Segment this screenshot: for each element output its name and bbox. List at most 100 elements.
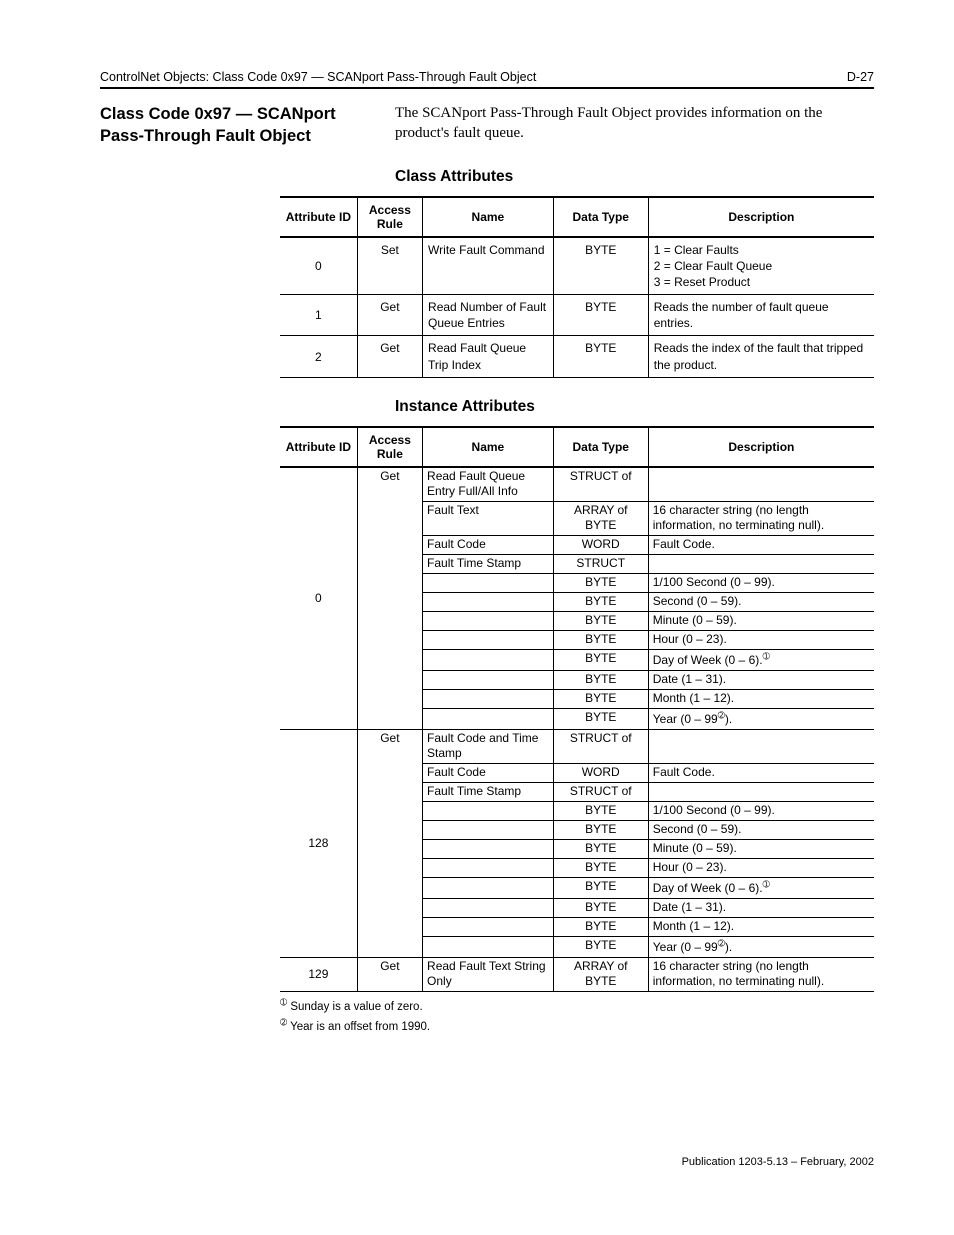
footnote-2: ➁ Year is an offset from 1990. [280,1016,874,1036]
cell-description [648,554,874,573]
cell-description: 1/100 Second (0 – 99). [648,573,874,592]
cell-name: Fault Code [423,535,554,554]
section-heading: Class Code 0x97 — SCANport Pass-Through … [100,103,355,148]
col-name: Name [423,427,554,467]
cell-data-type: BYTE [553,858,648,877]
cell-name: Fault Time Stamp [423,554,554,573]
cell-name: Fault Text [423,501,554,535]
cell-data-type: BYTE [553,898,648,917]
table-row: 129GetRead Fault Text String OnlyARRAY o… [280,957,874,991]
col-access-rule: Access Rule [357,427,422,467]
cell-description: 1/100 Second (0 – 99). [648,801,874,820]
footnotes: ➀ Sunday is a value of zero. ➁ Year is a… [280,996,874,1036]
col-name: Name [423,197,554,237]
col-description: Description [648,197,874,237]
cell-data-type: BYTE [553,820,648,839]
cell-data-type: STRUCT [553,554,648,573]
cell-description: Minute (0 – 59). [648,839,874,858]
cell-name: Write Fault Command [423,237,554,295]
cell-data-type: WORD [553,535,648,554]
cell-data-type: BYTE [553,649,648,670]
header-left: ControlNet Objects: Class Code 0x97 — SC… [100,70,536,84]
cell-description: Second (0 – 59). [648,820,874,839]
cell-description: Date (1 – 31). [648,670,874,689]
cell-description [648,729,874,763]
cell-data-type: BYTE [553,295,648,336]
cell-name [423,936,554,957]
cell-description: Hour (0 – 23). [648,858,874,877]
cell-name [423,649,554,670]
cell-name: Read Fault Queue Trip Index [423,336,554,377]
instance-attributes-heading: Instance Attributes [395,398,874,416]
cell-name [423,839,554,858]
cell-description: Second (0 – 59). [648,592,874,611]
publication-line: Publication 1203-5.13 – February, 2002 [100,1156,874,1168]
cell-name: Read Fault Text String Only [423,957,554,991]
cell-description: Month (1 – 12). [648,689,874,708]
intro-text: The SCANport Pass-Through Fault Object p… [395,103,874,148]
cell-name [423,708,554,729]
table-row: 2GetRead Fault Queue Trip IndexBYTEReads… [280,336,874,377]
cell-description: Day of Week (0 – 6).➀ [648,649,874,670]
table-row: 0SetWrite Fault CommandBYTE1 = Clear Fau… [280,237,874,295]
cell-access-rule: Get [357,336,422,377]
instance-attributes-table: Attribute ID Access Rule Name Data Type … [280,426,874,992]
cell-name [423,820,554,839]
cell-access-rule: Set [357,237,422,295]
col-data-type: Data Type [553,197,648,237]
cell-name [423,858,554,877]
cell-data-type: BYTE [553,336,648,377]
col-attr-id: Attribute ID [280,427,357,467]
cell-description: Reads the index of the fault that trippe… [648,336,874,377]
cell-data-type: ARRAY of BYTE [553,957,648,991]
cell-description: Day of Week (0 – 6).➀ [648,877,874,898]
table-row: 0GetRead Fault Queue Entry Full/All Info… [280,467,874,502]
cell-data-type: BYTE [553,592,648,611]
cell-description: Fault Code. [648,763,874,782]
cell-description [648,467,874,502]
table-header-row: Attribute ID Access Rule Name Data Type … [280,427,874,467]
cell-description: 1 = Clear Faults2 = Clear Fault Queue3 =… [648,237,874,295]
cell-data-type: STRUCT of [553,729,648,763]
cell-access-rule: Get [357,729,422,957]
cell-name: Fault Code and Time Stamp [423,729,554,763]
cell-description [648,782,874,801]
cell-description: Year (0 – 99➁). [648,936,874,957]
cell-description: Minute (0 – 59). [648,611,874,630]
col-attr-id: Attribute ID [280,197,357,237]
cell-data-type: BYTE [553,917,648,936]
header-right: D-27 [847,70,874,84]
cell-data-type: BYTE [553,936,648,957]
cell-name [423,670,554,689]
cell-data-type: BYTE [553,689,648,708]
col-access-rule: Access Rule [357,197,422,237]
table-row: 128GetFault Code and Time StampSTRUCT of [280,729,874,763]
cell-description: Hour (0 – 23). [648,630,874,649]
cell-name [423,611,554,630]
footnote-1: ➀ Sunday is a value of zero. [280,996,874,1016]
cell-name: Fault Time Stamp [423,782,554,801]
cell-data-type: BYTE [553,573,648,592]
page-header: ControlNet Objects: Class Code 0x97 — SC… [100,70,874,89]
cell-attr-id: 1 [280,295,357,336]
cell-data-type: BYTE [553,237,648,295]
col-data-type: Data Type [553,427,648,467]
cell-attr-id: 128 [280,729,357,957]
cell-name [423,689,554,708]
cell-data-type: STRUCT of [553,467,648,502]
class-attributes-table: Attribute ID Access Rule Name Data Type … [280,196,874,378]
class-attributes-heading: Class Attributes [395,168,874,186]
cell-name [423,877,554,898]
cell-description: Date (1 – 31). [648,898,874,917]
cell-description: 16 character string (no length informati… [648,501,874,535]
cell-data-type: STRUCT of [553,782,648,801]
cell-data-type: ARRAY of BYTE [553,501,648,535]
col-description: Description [648,427,874,467]
cell-name [423,630,554,649]
cell-description: Month (1 – 12). [648,917,874,936]
cell-data-type: WORD [553,763,648,782]
table-header-row: Attribute ID Access Rule Name Data Type … [280,197,874,237]
cell-attr-id: 129 [280,957,357,991]
cell-data-type: BYTE [553,630,648,649]
cell-data-type: BYTE [553,839,648,858]
